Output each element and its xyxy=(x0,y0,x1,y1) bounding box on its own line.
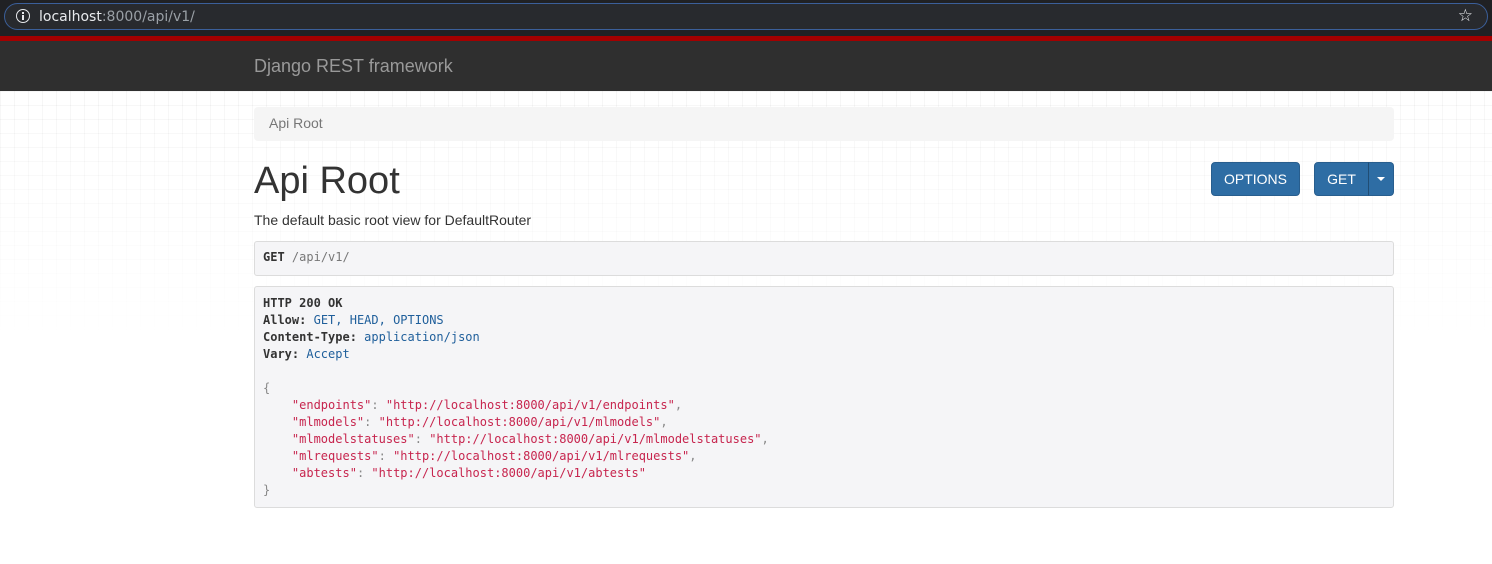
json-key: "abtests" xyxy=(291,466,357,480)
header-key: Content-Type: xyxy=(263,330,357,344)
bookmark-star-icon[interactable]: ☆ xyxy=(1458,7,1473,25)
json-link[interactable]: "http://localhost:8000/api/v1/mlmodelsta… xyxy=(429,432,761,446)
json-close-brace: } xyxy=(263,483,271,497)
url-path: :8000/api/v1/ xyxy=(101,9,195,25)
get-button[interactable]: GET xyxy=(1314,162,1369,196)
json-key: "endpoints" xyxy=(291,398,372,412)
json-link[interactable]: "http://localhost:8000/api/v1/mlrequests… xyxy=(393,449,689,463)
options-button[interactable]: OPTIONS xyxy=(1211,162,1300,196)
json-key: "mlmodelstatuses" xyxy=(291,432,415,446)
response-info: HTTP 200 OK Allow: GET, HEAD, OPTIONS Co… xyxy=(254,286,1394,508)
json-link[interactable]: "http://localhost:8000/api/v1/abtests" xyxy=(371,466,646,480)
navbar: Django REST framework xyxy=(0,41,1492,91)
get-format-dropdown-button[interactable] xyxy=(1368,162,1394,196)
json-key: "mlrequests" xyxy=(291,449,379,463)
breadcrumb: Api Root xyxy=(254,107,1394,141)
browser-toolbar: localhost:8000/api/v1/ ☆ xyxy=(0,0,1492,36)
header-value: GET, HEAD, OPTIONS xyxy=(313,313,444,327)
json-open-brace: { xyxy=(263,381,271,395)
json-key: "mlmodels" xyxy=(291,415,365,429)
address-bar[interactable]: localhost:8000/api/v1/ ☆ xyxy=(4,3,1488,30)
json-link[interactable]: "http://localhost:8000/api/v1/endpoints" xyxy=(386,398,675,412)
request-info: GET /api/v1/ xyxy=(254,241,1394,276)
header-key: Vary: xyxy=(263,347,300,361)
request-path: /api/v1/ xyxy=(291,250,350,264)
response-status: HTTP 200 OK xyxy=(263,296,343,310)
page-title: Api Root xyxy=(254,160,400,202)
url-host: localhost xyxy=(39,9,102,25)
request-method: GET xyxy=(263,250,285,264)
caret-down-icon xyxy=(1377,177,1385,181)
header-value: application/json xyxy=(364,330,480,344)
site-info-icon[interactable] xyxy=(16,9,30,23)
header-key: Allow: xyxy=(263,313,307,327)
page-description: The default basic root view for DefaultR… xyxy=(254,212,532,228)
url-text[interactable]: localhost:8000/api/v1/ xyxy=(39,9,195,25)
breadcrumb-item-api-root: Api Root xyxy=(269,115,323,131)
header-value: Accept xyxy=(306,347,350,361)
json-link[interactable]: "http://localhost:8000/api/v1/mlmodels" xyxy=(379,415,661,429)
navbar-brand[interactable]: Django REST framework xyxy=(254,56,453,77)
